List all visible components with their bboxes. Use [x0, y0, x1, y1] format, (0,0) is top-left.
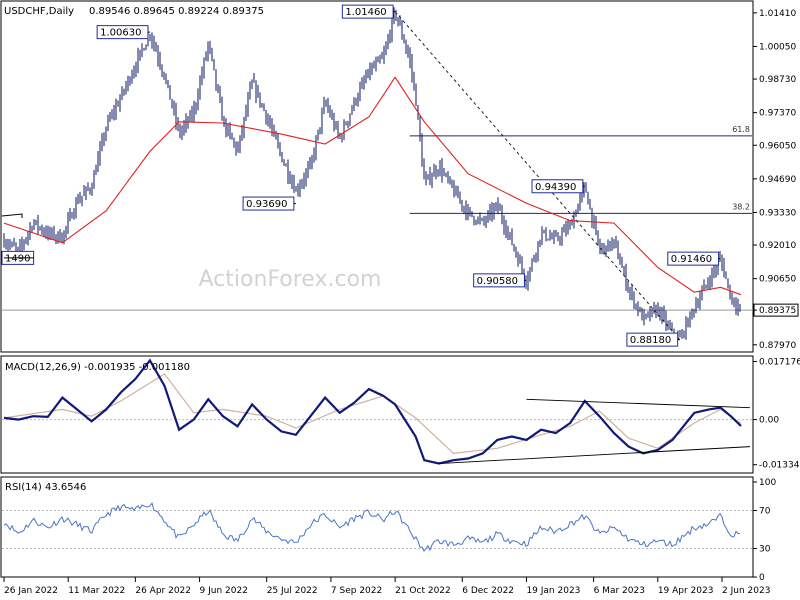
date-axis-label: 19 Jan 2023	[526, 586, 580, 596]
date-axis-label: 9 Jun 2022	[200, 586, 248, 596]
price-axis-label: 0.93330	[759, 208, 796, 218]
rsi-header: RSI(14) 43.6546	[5, 482, 86, 493]
price-label-text: 0.88180	[630, 335, 671, 346]
date-axis-label: 26 Apr 2022	[135, 586, 191, 596]
price-label-text: 1490	[5, 253, 30, 264]
price-header-symbol: USDCHF,Daily	[4, 6, 74, 17]
price-label-text: 0.90580	[477, 276, 518, 287]
date-axis-label: 11 Mar 2022	[68, 586, 125, 596]
price-label-text: 1.00630	[100, 28, 141, 39]
watermark: ActionForex.com	[199, 267, 382, 292]
date-axis-label: 6 Dec 2022	[462, 586, 514, 596]
price-axis-label: 0.94690	[759, 175, 796, 185]
date-axis-label: 19 Apr 2023	[658, 586, 714, 596]
price-label-text: 1.01460	[345, 7, 386, 18]
macd-axis-label: 0.017176	[759, 357, 800, 367]
price-axis-label: 0.89375	[759, 306, 796, 316]
date-axis-label: 21 Oct 2022	[395, 586, 451, 596]
rsi-axis-label: 30	[759, 545, 771, 555]
price-axis-label: 0.98730	[759, 75, 796, 85]
price-axis-label: 0.96050	[759, 141, 796, 151]
rsi-axis-label: 70	[759, 507, 771, 517]
fibonacci-label: 38.2	[732, 202, 750, 211]
date-axis-label: 7 Sep 2022	[331, 586, 382, 596]
price-axis-label: 1.01410	[759, 9, 796, 19]
price-axis-label: 0.97370	[759, 109, 796, 119]
usdchf-daily-chart: ActionForex.com 61.8 38.2 1.00630 1.01460 0…	[0, 0, 800, 596]
macd-axis-label: -0.01334	[759, 461, 800, 471]
price-label-text: 0.94390	[535, 182, 576, 193]
price-header-ohlc: 0.89546 0.89645 0.89224 0.89375	[89, 6, 264, 17]
date-axis-label: 26 Jan 2022	[4, 586, 58, 596]
price-axis-label: 1.00050	[759, 42, 796, 52]
date-axis: 26 Jan 2022 11 Mar 2022 26 Apr 2022 9 Jun 2…	[3, 577, 770, 596]
macd-panel-frame	[0, 355, 754, 474]
macd-axis-label: 0.00	[759, 416, 779, 426]
price-label-text: 0.93690	[246, 199, 287, 210]
price-axis-label: 0.92010	[759, 241, 796, 251]
date-axis-label: 6 Mar 2023	[594, 586, 645, 596]
date-axis-label: 2 Jun 2023	[722, 586, 770, 596]
rsi-axis-label: 100	[759, 478, 776, 488]
fibonacci-label: 61.8	[732, 125, 750, 134]
price-axis-label: 0.90650	[759, 275, 796, 285]
rsi-panel-frame	[0, 476, 754, 578]
price-axis: 1.01410 1.00050 0.98730 0.97370 0.96050 0.946…	[753, 9, 799, 351]
price-label-text: 0.91460	[671, 254, 712, 265]
macd-axis: 0.017176 0.00 -0.01334	[753, 357, 800, 471]
price-panel-frame	[0, 0, 754, 353]
macd-header: MACD(12,26,9) -0.001935 -0.001180	[5, 362, 190, 373]
rsi-axis-label: 0	[759, 573, 765, 583]
rsi-axis: 100 70 30 0	[753, 478, 776, 583]
date-axis-label: 25 Jul 2022	[267, 586, 318, 596]
price-axis-label: 0.87970	[759, 341, 796, 351]
